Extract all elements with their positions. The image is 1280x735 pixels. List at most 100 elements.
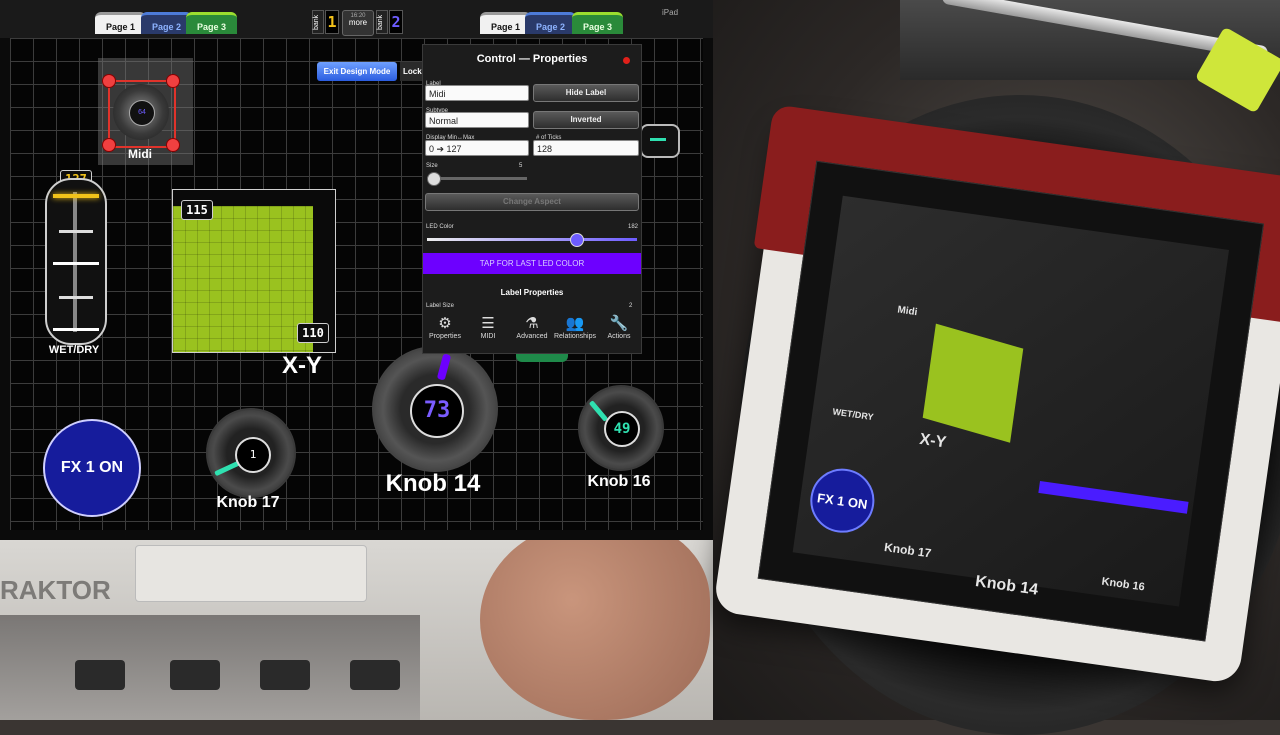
dj-mixer [0, 615, 420, 720]
tab-right-page-2[interactable]: Page 2 [525, 12, 577, 34]
knob-16-indicator [588, 400, 609, 422]
knob-16-value: 49 [604, 411, 640, 447]
tab-properties-label: Properties [429, 333, 461, 340]
ipad-xy-pad [922, 323, 1024, 443]
ipad-knob14-label: Knob 14 [974, 573, 1040, 599]
bank-right-value: 2 [389, 10, 403, 34]
hide-label-button[interactable]: Hide Label [533, 84, 639, 102]
size-slider-thumb[interactable] [427, 172, 441, 186]
fader-tick [53, 262, 99, 265]
led-slider-thumb[interactable] [570, 233, 585, 247]
knob-14[interactable]: 73 [372, 346, 498, 472]
size-value: 5 [519, 163, 523, 169]
touchosc-app: Page 1 Page 2 Page 3 bank 1 16:20 more b… [0, 0, 713, 540]
tab-left-page-3[interactable]: Page 3 [186, 12, 238, 34]
knob-14-indicator [436, 353, 452, 381]
bank-right-label: bank [376, 10, 388, 34]
knob-16-label: Knob 16 [587, 473, 651, 490]
label-size-value: 2 [629, 303, 633, 309]
ipad-device: X-Y Midi WET/DRY FX 1 ON Knob 17 Knob 14… [712, 104, 1280, 685]
midi-knob-value: 64 [129, 100, 155, 126]
ticks-field[interactable]: 128 [533, 140, 639, 156]
xy-pad[interactable]: 115 110 [172, 189, 336, 353]
more-label: more [348, 18, 368, 27]
tab-midi[interactable]: ☰ MIDI [466, 315, 510, 340]
change-aspect-button[interactable]: Change Aspect [425, 193, 639, 211]
bank-right[interactable]: bank 2 [376, 10, 403, 34]
hand [480, 520, 710, 720]
ipad-knob16-label: Knob 16 [1100, 575, 1146, 594]
bank-left-label: bank [312, 10, 324, 34]
gear-icon: ⚙ [438, 315, 452, 332]
exit-design-mode-button[interactable]: Exit Design Mode [317, 62, 397, 81]
hidden-control[interactable] [640, 124, 680, 158]
bank-left-value: 1 [325, 10, 339, 34]
ipad-midi-label: Midi [896, 304, 919, 319]
knob-14-value: 73 [410, 384, 464, 438]
led-color-value: 182 [628, 224, 639, 230]
inverted-button[interactable]: Inverted [533, 111, 639, 129]
fader-tick [53, 328, 99, 331]
sliders-icon: ☰ [481, 315, 495, 332]
led-color-caption: LED Color [426, 224, 454, 230]
ipad-led-bar [1038, 480, 1189, 514]
knob-14-label: Knob 14 [385, 470, 481, 497]
xy-value-bottom: 110 [297, 323, 329, 343]
midi-knob[interactable]: 64 [113, 84, 169, 140]
flask-icon: ⚗ [525, 315, 539, 332]
tab-actions-label: Actions [607, 333, 631, 340]
tab-advanced-label: Advanced [516, 333, 548, 340]
knob-16[interactable]: 49 [578, 385, 664, 471]
tab-properties[interactable]: ⚙ Properties [423, 315, 467, 340]
more-button[interactable]: 16:20 more [342, 10, 374, 36]
xy-value-top: 115 [181, 200, 213, 220]
ipad-xy-label: X-Y [918, 430, 948, 452]
fader-label: WET/DRY [48, 344, 100, 356]
knob-17[interactable]: 1 [206, 408, 296, 498]
midi-knob-selection[interactable]: 64 Midi [98, 58, 193, 165]
led-color-slider[interactable] [427, 233, 637, 247]
resize-handle-tr[interactable] [166, 74, 180, 88]
tap-last-led-color-button[interactable]: TAP FOR LAST LED COLOR [423, 253, 641, 274]
tab-midi-label: MIDI [480, 333, 496, 340]
midi-knob-label: Midi [128, 147, 152, 161]
ipad-fx-button: FX 1 ON [806, 464, 879, 537]
label-size-caption: Label Size [426, 303, 455, 309]
xy-pad-fill [173, 206, 313, 352]
close-dot-icon[interactable] [623, 57, 630, 64]
fader-tick [59, 230, 93, 233]
tab-left-page-1[interactable]: Page 1 [95, 12, 147, 34]
tonearm-area [900, 0, 1280, 114]
bank-left[interactable]: bank 1 [312, 10, 339, 34]
resize-handle-tl[interactable] [102, 74, 116, 88]
subtype-field[interactable]: Normal [425, 112, 529, 128]
panel-title: Control — Properties [476, 53, 588, 65]
tab-advanced[interactable]: ⚗ Advanced [510, 315, 554, 340]
people-icon: 👥 [565, 315, 585, 332]
wrench-icon: 🔧 [609, 315, 629, 332]
hidden-control-indicator [650, 138, 666, 141]
tab-actions[interactable]: 🔧 Actions [597, 315, 641, 340]
display-minmax-field[interactable]: 0 ➔ 127 [425, 140, 529, 156]
ipad-wetdry-label: WET/DRY [831, 406, 875, 423]
fx-1-on-button[interactable]: FX 1 ON [43, 419, 141, 517]
tab-relationships[interactable]: 👥 Relationships [553, 315, 597, 340]
size-slider[interactable] [427, 172, 527, 186]
knob-17-label: Knob 17 [216, 494, 280, 511]
ipad-knob17-label: Knob 17 [883, 540, 933, 561]
tab-relationships-label: Relationships [553, 333, 597, 340]
fader-cap[interactable] [53, 194, 99, 198]
tab-left-page-2[interactable]: Page 2 [141, 12, 193, 34]
properties-panel: Control — Properties Label Midi Hide Lab… [422, 44, 642, 354]
xy-label: X-Y [282, 352, 323, 379]
label-field[interactable]: Midi [425, 85, 529, 101]
knob-17-value: 1 [235, 437, 271, 473]
tab-right-page-1[interactable]: Page 1 [480, 12, 532, 34]
tab-right-page-3[interactable]: Page 3 [572, 12, 624, 34]
status-device: iPad [662, 8, 679, 17]
size-caption: Size [426, 163, 438, 169]
fader-tick [59, 296, 93, 299]
traktor-logo: RAKTOR [0, 575, 111, 605]
wetdry-fader[interactable] [45, 178, 107, 345]
ipad-screen: X-Y Midi WET/DRY FX 1 ON Knob 17 Knob 14… [757, 160, 1265, 642]
